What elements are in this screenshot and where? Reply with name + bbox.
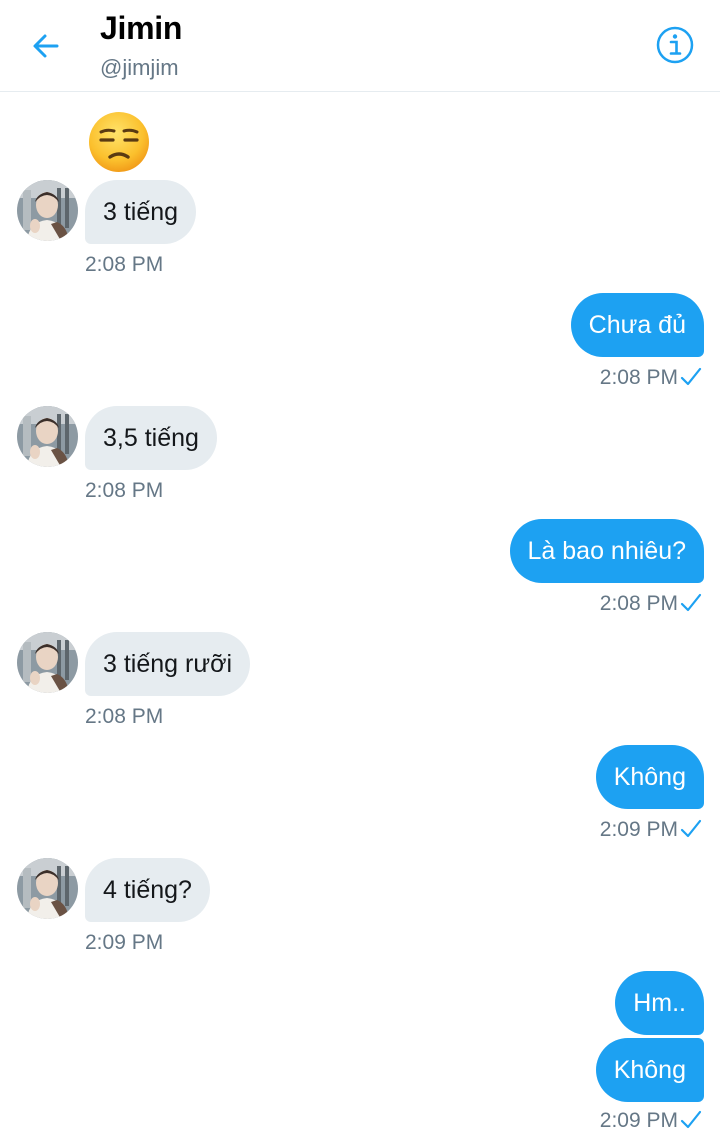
avatar[interactable] [17,858,78,919]
conversation-header: Jimin @jimjim [0,0,720,92]
message-timestamp: 2:08 PM [85,479,164,502]
sent-message-bubble[interactable]: Chưa đủ [570,293,704,357]
received-message-bubble[interactable]: 3,5 tiếng [85,406,217,470]
avatar[interactable] [17,632,78,693]
received-message-bubble[interactable]: 4 tiếng? [85,858,210,922]
sent-message-bubble[interactable]: Không [595,1038,704,1102]
avatar[interactable] [17,180,78,241]
received-message-bubble[interactable]: 3 tiếng rưỡi [85,632,251,696]
message-timestamp: 2:08 PM [599,592,678,615]
sent-message-bubble[interactable]: Là bao nhiêu? [509,519,704,583]
sent-check-icon [680,367,702,386]
contact-handle: @jimjim [100,55,179,80]
message-timestamp: 2:08 PM [599,366,678,389]
avatar[interactable] [17,406,78,467]
sent-check-icon [680,819,702,838]
sent-message-bubble[interactable]: Không [595,745,704,809]
sent-message-bubble[interactable]: Hm.. [615,971,704,1035]
received-message-bubble[interactable]: 3 tiếng [85,180,197,244]
message-timestamp: 2:08 PM [85,705,164,728]
sent-check-icon [680,1110,702,1129]
info-button[interactable] [654,24,696,66]
message-timestamp: 2:09 PM [85,931,164,954]
message-timestamp: 2:08 PM [85,253,164,276]
back-button[interactable] [24,24,68,68]
info-icon [656,26,694,64]
contact-name: Jimin [100,10,183,46]
arrow-left-icon [33,34,59,58]
message-timestamp: 2:09 PM [599,818,678,841]
message-timestamp: 2:09 PM [599,1109,678,1132]
unamused-face-icon [87,110,151,174]
sent-check-icon [680,593,702,612]
